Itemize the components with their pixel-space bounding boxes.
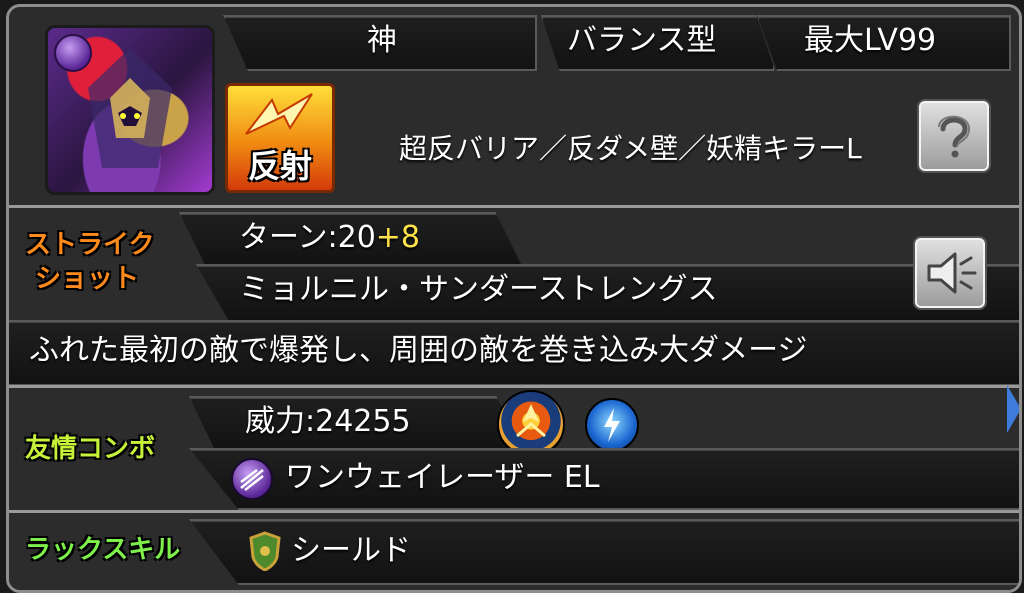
luck-skill-section: ラックスキル シールド — [9, 513, 1019, 590]
abilities-text: 超反バリア／反ダメ壁／妖精キラーL — [399, 132, 862, 165]
strike-shot-label-line1: ストライク — [25, 230, 155, 260]
laser-icon — [231, 458, 273, 500]
voice-button[interactable] — [913, 236, 987, 310]
turns-label: ターン:20 — [239, 220, 376, 255]
friendship-combo-section: 友情コンボ 威力:24255 ワンウェイレーザー EL — [9, 388, 1019, 510]
luck-skill-label: ラックスキル — [25, 535, 181, 565]
dark-element-icon — [54, 34, 92, 72]
luck-skill-name: シールド — [291, 533, 411, 568]
strike-shot-label-line2: ショット — [35, 264, 140, 294]
gimmick-help-button[interactable] — [917, 99, 991, 173]
question-icon — [938, 115, 971, 158]
next-page-arrow[interactable] — [1007, 385, 1019, 433]
type-text: バランス型 — [567, 23, 717, 58]
speaker-icon — [927, 252, 977, 294]
friendship-combo-name: ワンウェイレーザー EL — [285, 460, 600, 495]
friend-combo-badge-icon — [497, 390, 565, 458]
power-text: 威力:24255 — [245, 404, 411, 439]
turns-text: ターン:20+8 — [239, 220, 420, 256]
tribe-text: 神 — [367, 23, 397, 58]
character-info-panel: 神 バランス型 最大LV99 反射 超反バリア／反ダメ壁／妖精キラーL ストライ… — [6, 4, 1022, 593]
character-portrait[interactable] — [45, 25, 215, 195]
lightning-badge-icon — [585, 398, 639, 452]
strike-shot-name: ミョルニル・サンダーストレングス — [239, 272, 718, 307]
strike-shot-description: ふれた最初の敵で爆発し、周囲の敵を巻き込み大ダメージ — [29, 333, 808, 368]
max-level-text: 最大LV99 — [804, 23, 937, 58]
rebound-badge-label: 反射 — [247, 147, 312, 185]
header-section: 神 バランス型 最大LV99 反射 超反バリア／反ダメ壁／妖精キラーL — [9, 7, 1019, 205]
friendship-combo-label: 友情コンボ — [25, 434, 156, 464]
shield-icon — [249, 531, 281, 571]
rebound-badge: 反射 — [225, 83, 335, 193]
strike-shot-section: ストライク ショット ターン:20+8 ミョルニル・サンダーストレングス — [9, 208, 1019, 322]
turns-bonus: +8 — [375, 220, 421, 255]
